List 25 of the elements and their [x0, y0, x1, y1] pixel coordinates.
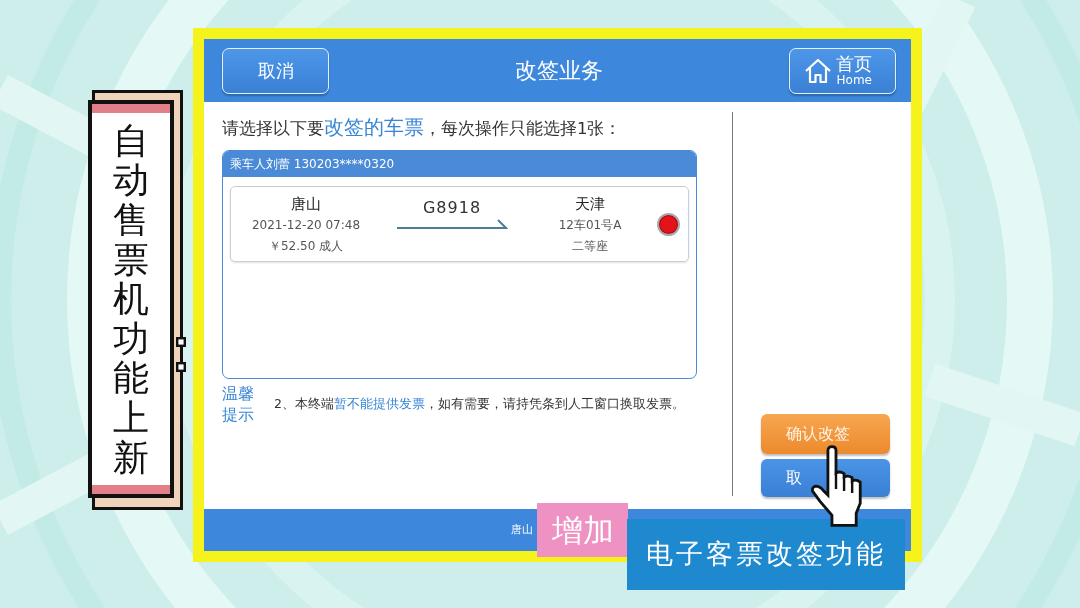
- home-button[interactable]: 首页 Home: [789, 47, 896, 94]
- seat-number: 12车01号A: [558, 217, 622, 234]
- highlight-tag: 增加: [537, 503, 628, 557]
- home-icon: [804, 56, 832, 85]
- hand-cursor-icon: [808, 445, 864, 527]
- footer-station-text: 唐山: [511, 521, 533, 538]
- notice-label: 温馨提示: [222, 384, 254, 426]
- slide-title: 自动售票机功能上新: [113, 120, 149, 478]
- ticket-item[interactable]: 唐山 2021-12-20 07:48 ￥52.50 成人 G8918 天津 12车01号A 二等座: [230, 186, 689, 262]
- departure-time: 2021-12-20 07:48: [251, 217, 361, 234]
- train-number: G8918: [422, 199, 482, 217]
- caption-banner: 电子客票改签功能: [627, 519, 905, 590]
- passenger-info-bar: 乘车人刘蕾 130203****0320: [223, 151, 696, 177]
- confirm-change-button[interactable]: 确认改签: [761, 414, 890, 454]
- radio-button[interactable]: [657, 212, 680, 236]
- square-marker-icon: [176, 337, 186, 347]
- seat-class: 二等座: [572, 238, 608, 255]
- ticket-price: ￥52.50 成人: [268, 238, 344, 255]
- screen-title: 改签业务: [514, 57, 604, 85]
- notice-text: 2、本终端暂不能提供发票，如有需要，请持凭条到人工窗口换取发票。: [274, 395, 685, 414]
- square-marker-icon: [176, 362, 186, 372]
- cancel-button[interactable]: 取消: [222, 47, 329, 94]
- departure-station: 唐山: [291, 194, 321, 215]
- arrival-station: 天津: [575, 194, 605, 215]
- instruction-text: 请选择以下要改签的车票，每次操作只能选择1张：: [222, 115, 622, 141]
